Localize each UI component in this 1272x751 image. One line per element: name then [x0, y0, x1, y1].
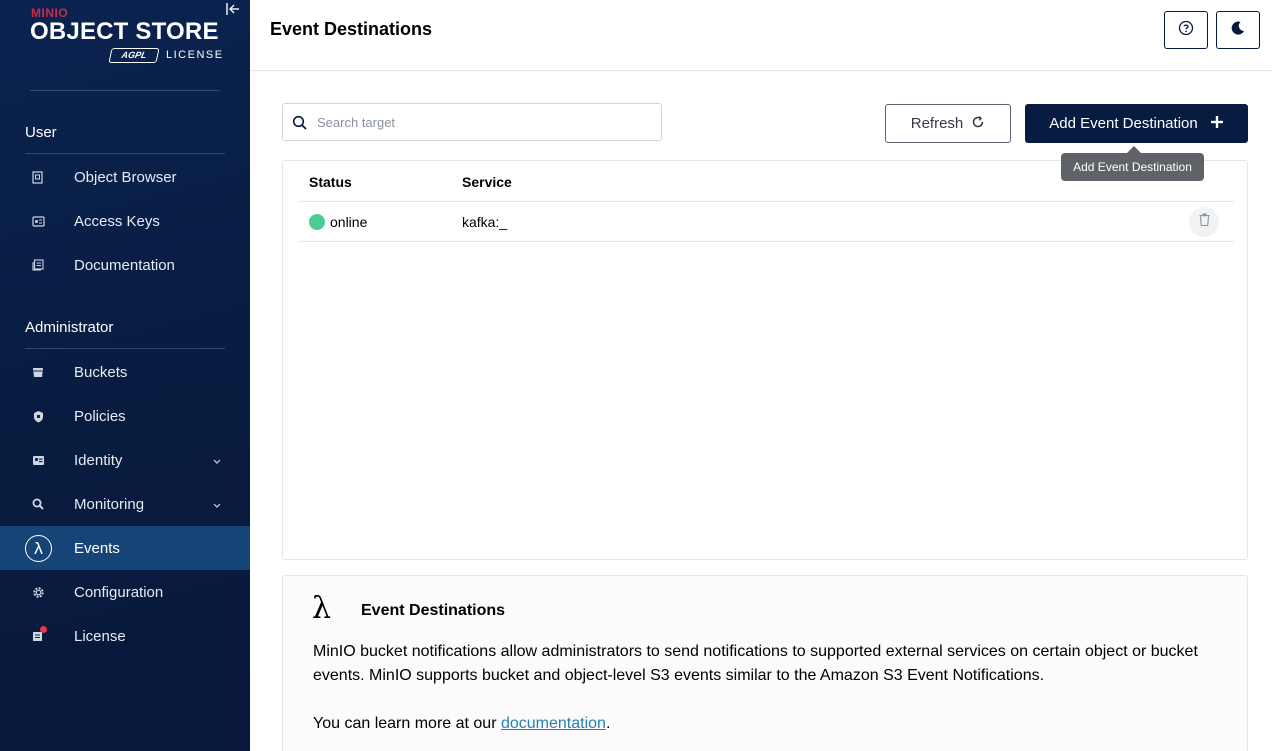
agpl-badge: AGPL — [108, 48, 160, 63]
sidebar-item-label: Configuration — [74, 583, 164, 601]
sidebar-item-documentation[interactable]: Documentation — [0, 243, 250, 287]
help-learn-more: You can learn more at our documentation. — [313, 712, 610, 736]
help-button[interactable] — [1164, 11, 1208, 49]
add-event-destination-button[interactable]: Add Event Destination — [1025, 104, 1248, 143]
sidebar-item-license[interactable]: License — [0, 614, 250, 658]
logo-license: LICENSE — [166, 49, 224, 61]
column-header-status[interactable]: Status — [309, 174, 352, 190]
refresh-button[interactable]: Refresh — [885, 104, 1011, 143]
learn-more-prefix: You can learn more at our — [313, 715, 501, 732]
documentation-icon — [30, 257, 46, 273]
trash-icon — [1199, 213, 1210, 231]
sidebar-item-label: Monitoring — [74, 495, 145, 513]
add-event-destination-tooltip: Add Event Destination — [1061, 153, 1204, 181]
buckets-icon — [30, 364, 46, 380]
chevron-down-icon — [211, 498, 223, 510]
refresh-icon — [971, 115, 985, 133]
sidebar-item-label: Identity — [74, 451, 123, 469]
sidebar-divider — [25, 153, 225, 154]
column-header-service[interactable]: Service — [462, 174, 512, 190]
search-input[interactable] — [317, 112, 647, 132]
object-browser-icon — [30, 169, 46, 185]
chevron-down-icon — [211, 454, 223, 466]
collapse-sidebar-icon[interactable] — [226, 2, 240, 16]
theme-toggle-button[interactable] — [1216, 11, 1260, 49]
sidebar-divider — [30, 90, 220, 91]
sidebar-item-label: Buckets — [74, 363, 128, 381]
monitoring-icon — [30, 496, 46, 512]
sidebar-item-label: Object Browser — [74, 168, 177, 186]
sidebar-section-user: User — [25, 124, 57, 141]
table-row[interactable]: online kafka:_ — [298, 202, 1234, 242]
tooltip-arrow — [1127, 146, 1141, 153]
sidebar-item-configuration[interactable]: Configuration — [0, 570, 250, 614]
sidebar-item-label: Policies — [74, 407, 126, 425]
search-icon — [292, 115, 308, 131]
event-destinations-table: Status Service online kafka:_ — [282, 160, 1248, 560]
help-box: λ Event Destinations MinIO bucket notifi… — [282, 575, 1248, 751]
notification-dot — [40, 626, 47, 633]
add-label: Add Event Destination — [1049, 115, 1198, 132]
status-text: online — [330, 214, 368, 230]
help-title: Event Destinations — [361, 602, 506, 619]
sidebar-item-object-browser[interactable]: Object Browser — [0, 155, 250, 199]
lambda-icon: λ — [25, 535, 52, 562]
sidebar-item-label: Events — [74, 539, 120, 557]
delete-button[interactable] — [1189, 207, 1219, 237]
sidebar-item-policies[interactable]: Policies — [0, 394, 250, 438]
sidebar-item-identity[interactable]: Identity — [0, 438, 250, 482]
sidebar-item-events[interactable]: λ Events — [0, 526, 250, 570]
plus-icon — [1210, 115, 1224, 133]
logo-product: OBJECT STORE — [30, 18, 219, 45]
sidebar-item-label: Documentation — [74, 256, 175, 274]
search-input-wrapper[interactable] — [282, 103, 662, 141]
sidebar-item-buckets[interactable]: Buckets — [0, 350, 250, 394]
gear-icon — [30, 584, 46, 600]
sidebar-item-label: Access Keys — [74, 212, 160, 230]
access-keys-icon — [30, 213, 46, 229]
sidebar-divider — [25, 348, 225, 349]
identity-icon — [30, 452, 46, 468]
moon-icon — [1230, 20, 1246, 41]
sidebar-item-label: License — [74, 627, 126, 645]
service-text: kafka:_ — [462, 214, 508, 230]
status-online-indicator — [309, 214, 325, 230]
sidebar-section-administrator: Administrator — [25, 319, 114, 336]
help-icon — [1178, 20, 1194, 41]
minio-logo[interactable]: MINIO OBJECT STORE AGPL LICENSE — [30, 6, 230, 68]
page-title: Event Destinations — [270, 19, 433, 39]
help-description: MinIO bucket notifications allow adminis… — [313, 643, 1198, 684]
policies-icon — [30, 408, 46, 424]
sidebar-item-monitoring[interactable]: Monitoring — [0, 482, 250, 526]
lambda-icon: λ — [312, 591, 332, 626]
sidebar-item-access-keys[interactable]: Access Keys — [0, 199, 250, 243]
sidebar: MINIO OBJECT STORE AGPL LICENSE User Obj… — [0, 0, 250, 751]
learn-more-suffix: . — [605, 715, 611, 732]
page-header: Event Destinations — [250, 0, 1272, 71]
refresh-label: Refresh — [910, 115, 964, 132]
documentation-link[interactable]: documentation — [501, 715, 606, 732]
